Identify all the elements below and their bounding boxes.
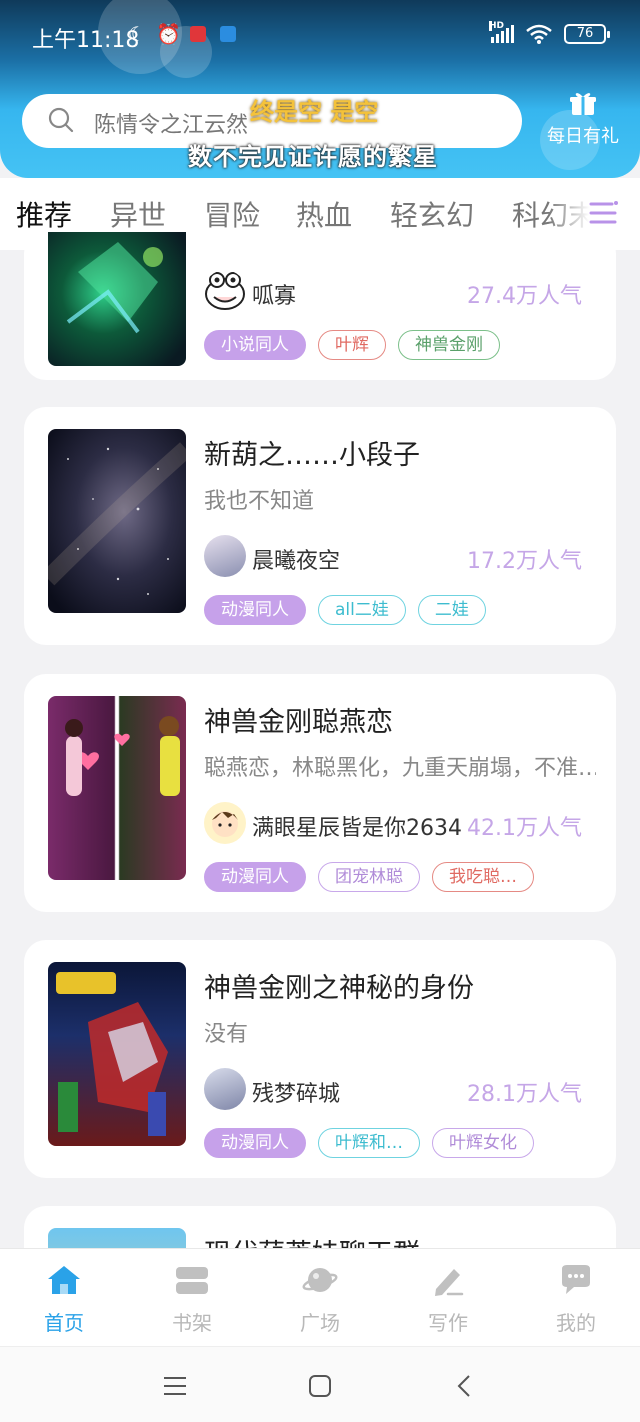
nav-label: 写作 [428, 1311, 468, 1335]
author-name: 满眼星辰皆是你2634 [252, 816, 462, 841]
home-icon [48, 1266, 80, 1294]
nav-bookshelf[interactable]: 书架 [152, 1263, 232, 1336]
tag-list: 动漫同人 叶辉和… 叶辉女化 [204, 1128, 534, 1158]
home-square-icon[interactable] [305, 1371, 335, 1401]
back-icon[interactable] [450, 1371, 480, 1401]
tag[interactable]: 二娃 [417, 595, 486, 625]
nav-label: 首页 [44, 1311, 84, 1335]
tag-list: 动漫同人 团宠林聪 我吃聪… [204, 862, 534, 892]
tag[interactable]: 叶辉女化 [432, 1128, 534, 1158]
nav-home[interactable]: 首页 [24, 1263, 104, 1336]
tag[interactable]: 动漫同人 [204, 1128, 306, 1158]
book-cover [48, 429, 186, 613]
book-description: 没有 [204, 1022, 249, 1047]
tab-otherworld[interactable]: 异世 [110, 194, 166, 234]
tag[interactable]: 团宠林聪 [318, 862, 420, 892]
tag[interactable]: all二娃 [318, 595, 406, 625]
nav-plaza[interactable]: 广场 [280, 1263, 360, 1336]
bookshelf-icon [176, 1267, 208, 1294]
book-card[interactable]: 新葫之……小段子 我也不知道 晨曦夜空 17.2万人气 动漫同人 all二娃 二… [24, 407, 616, 645]
pen-icon [435, 1269, 464, 1296]
author-name: 晨曦夜空 [252, 549, 341, 574]
planet-icon [302, 1268, 338, 1292]
book-cover [48, 232, 186, 366]
popularity-count: 42.1万人气 [467, 816, 582, 841]
cloud-notification-icon [220, 26, 236, 42]
popularity-count: 28.1万人气 [467, 1082, 582, 1107]
author-name: 残梦碎城 [252, 1082, 341, 1107]
bottom-navigation: 首页 书架 广场 写作 我的 [0, 1248, 640, 1346]
tag[interactable]: 叶辉和… [318, 1128, 420, 1158]
category-menu-icon[interactable] [588, 198, 618, 228]
lyric-overlay-line2: 数不完见证许愿的繁星 [188, 143, 438, 171]
book-title: 神兽金刚之神秘的身份 [204, 973, 474, 1004]
app-notification-icon [190, 26, 206, 42]
book-card[interactable]: 神兽金刚聪燕恋 聪燕恋，林聪黑化，九重天崩塌，不准… 满眼星辰皆是你2634 4… [24, 674, 616, 912]
hd-label: HD [489, 21, 505, 31]
search-placeholder: 陈情令之江云然 [94, 113, 249, 138]
tag[interactable]: 动漫同人 [204, 862, 306, 892]
gift-icon [570, 93, 596, 115]
tag[interactable]: 我吃聪… [432, 862, 534, 892]
nav-label: 书架 [172, 1311, 212, 1335]
nav-label: 广场 [300, 1311, 340, 1335]
book-card[interactable]: 神兽金刚之神秘的身份 没有 残梦碎城 28.1万人气 动漫同人 叶辉和… 叶辉女… [24, 940, 616, 1178]
cell-signal-icon: HD [489, 21, 514, 43]
book-title: 神兽金刚聪燕恋 [204, 707, 393, 738]
status-bar: 上午11:18 ☾ ⏰ HD 76 [0, 0, 640, 72]
book-description: 我也不知道 [204, 489, 315, 514]
daily-gift-button[interactable]: 每日有礼 [540, 90, 626, 148]
author-name: 呱寡 [252, 284, 297, 309]
lyric-overlay-line1: 终是空 是空 [250, 98, 379, 126]
battery-indicator: 76 [564, 24, 610, 44]
tag[interactable]: 动漫同人 [204, 595, 306, 625]
tag[interactable]: 小说同人 [204, 330, 306, 360]
author-avatar[interactable] [204, 1068, 246, 1110]
search-icon [48, 107, 74, 133]
tab-light-fantasy[interactable]: 轻玄幻 [390, 194, 474, 234]
nav-label: 我的 [556, 1311, 596, 1335]
tab-adventure[interactable]: 冒险 [204, 194, 260, 234]
book-cover [48, 696, 186, 880]
menu-icon[interactable] [160, 1371, 190, 1401]
alarm-icon: ⏰ [156, 22, 181, 46]
tag-list: 小说同人 叶辉 神兽金刚 [204, 330, 500, 360]
author-avatar[interactable] [204, 802, 246, 844]
book-description: 聪燕恋，林聪黑化，九重天崩塌，不准… [204, 756, 596, 781]
tag[interactable]: 叶辉 [318, 330, 386, 360]
book-card[interactable]: 呱寡 27.4万人气 小说同人 叶辉 神兽金刚 [24, 232, 616, 380]
system-navigation-bar [0, 1346, 640, 1422]
wifi-icon [526, 24, 552, 44]
tag-list: 动漫同人 all二娃 二娃 [204, 595, 486, 625]
author-avatar[interactable] [204, 535, 246, 577]
status-time: 上午11:18 [32, 28, 140, 53]
popularity-count: 27.4万人气 [467, 284, 582, 309]
book-title: 新葫之……小段子 [204, 440, 420, 471]
tag[interactable]: 神兽金刚 [398, 330, 500, 360]
tab-passion[interactable]: 热血 [296, 194, 352, 234]
nav-write[interactable]: 写作 [408, 1263, 488, 1336]
tab-recommend[interactable]: 推荐 [16, 194, 72, 234]
gift-label: 每日有礼 [547, 126, 619, 147]
author-avatar[interactable] [204, 270, 246, 312]
book-cover [48, 962, 186, 1146]
nav-mine[interactable]: 我的 [536, 1263, 616, 1336]
chat-bubble-icon [562, 1265, 590, 1294]
popularity-count: 17.2万人气 [467, 549, 582, 574]
moon-icon: ☾ [128, 22, 146, 46]
